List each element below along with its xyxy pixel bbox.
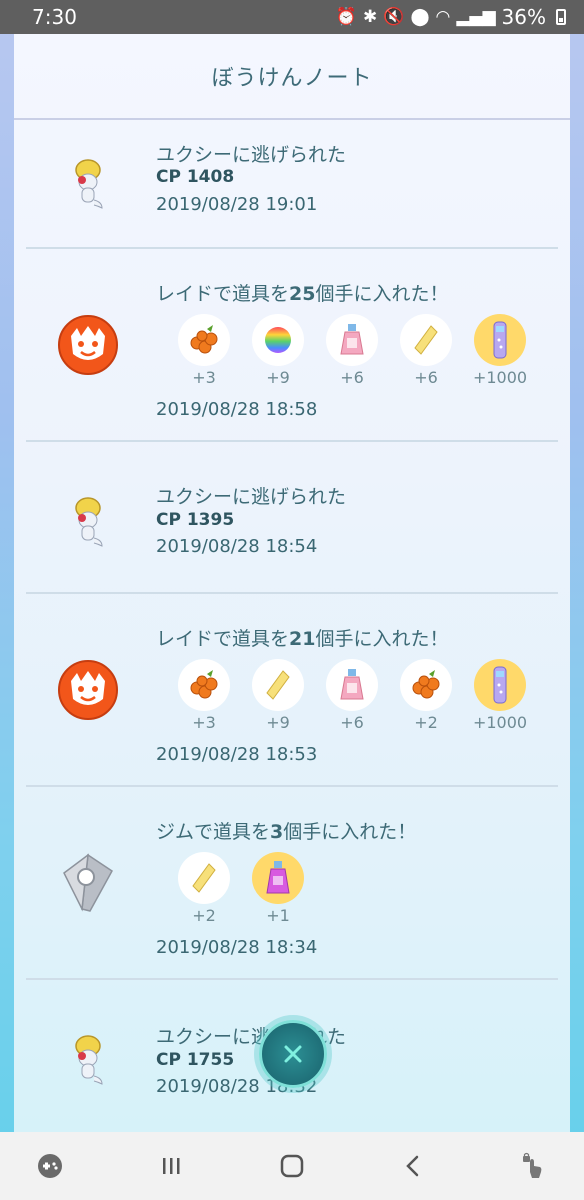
- golden-crystal-icon: [178, 852, 230, 904]
- gym-icon: [56, 851, 120, 915]
- reward-count: +1: [266, 906, 290, 925]
- nanab-berry-icon: [178, 314, 230, 366]
- reward-item: +1000: [472, 659, 528, 732]
- raid-icon: [56, 658, 120, 722]
- journal-panel[interactable]: ぼうけんノート ユクシーに逃げられた CP 1408 2019/08/28 19…: [14, 34, 570, 1132]
- raid-icon: [56, 313, 120, 377]
- rare-candy-icon: [252, 314, 304, 366]
- back-icon: [406, 1155, 419, 1177]
- system-nav-bar: [0, 1132, 584, 1200]
- status-time: 7:30: [32, 5, 77, 29]
- uxie-icon: [56, 490, 120, 554]
- reward-item: +6: [400, 314, 452, 387]
- status-icons: ⏰ ✱ 🔇 ⬤ ◠ ▂▄▆ 36%: [336, 5, 566, 29]
- uxie-icon: [56, 1028, 120, 1092]
- reward-count: +9: [266, 368, 290, 387]
- reward-count: +3: [192, 713, 216, 732]
- touch-lock-icon: [523, 1152, 542, 1178]
- max-revive-potion-icon: [326, 314, 378, 366]
- bluetooth-icon: ✱: [363, 7, 378, 27]
- entry-time: 2019/08/28 18:54: [156, 536, 318, 557]
- reward-count: +6: [340, 368, 364, 387]
- page-title: ぼうけんノート: [14, 34, 570, 120]
- journal-entry: ユクシーに逃げられた CP 1408 2019/08/28 19:01: [26, 122, 558, 249]
- reward-item: +6: [326, 314, 378, 387]
- entry-title: レイドで道具を21個手に入れた！: [156, 628, 449, 650]
- journal-entry: ジムで道具を3個手に入れた！ +2 +1 2019/08/28 18:34: [26, 787, 558, 980]
- close-button[interactable]: [259, 1020, 327, 1088]
- entry-title: ユクシーに逃げられた: [156, 144, 347, 166]
- nanab-berry-icon: [400, 659, 452, 711]
- reward-item: +2: [178, 852, 230, 925]
- mute-icon: 🔇: [383, 7, 405, 27]
- back-button[interactable]: [393, 1146, 433, 1186]
- location-icon: ⬤: [410, 7, 430, 27]
- uxie-icon: [56, 152, 120, 216]
- close-icon: [284, 1045, 302, 1063]
- wifi-icon: ◠: [435, 7, 451, 27]
- status-bar: 7:30 ⏰ ✱ 🔇 ⬤ ◠ ▂▄▆ 36%: [0, 0, 584, 34]
- gamepad-icon: [38, 1154, 62, 1178]
- reward-item: +1: [252, 852, 304, 925]
- reward-count: +6: [340, 713, 364, 732]
- reward-count: +1000: [472, 713, 528, 732]
- reward-item: +6: [326, 659, 378, 732]
- home-icon: [280, 1154, 304, 1178]
- home-button[interactable]: [272, 1146, 312, 1186]
- reward-count: +2: [192, 906, 216, 925]
- journal-entry: ユクシーに逃げられた CP 1395 2019/08/28 18:54: [26, 442, 558, 594]
- reward-item: +3: [178, 314, 230, 387]
- recents-button[interactable]: [151, 1146, 191, 1186]
- journal-entry: レイドで道具を25個手に入れた！ +3 +9 +6 +6 +1000 2019/…: [26, 249, 558, 442]
- golden-crystal-icon: [252, 659, 304, 711]
- game-tools-button[interactable]: [30, 1146, 70, 1186]
- reward-count: +6: [414, 368, 438, 387]
- reward-item: +2: [400, 659, 452, 732]
- reward-item: +3: [178, 659, 230, 732]
- entry-time: 2019/08/28 18:58: [156, 399, 318, 420]
- reward-count: +3: [192, 368, 216, 387]
- stardust-tube-icon: [474, 659, 526, 711]
- stardust-tube-icon: [474, 314, 526, 366]
- battery-percent: 36%: [501, 5, 546, 29]
- golden-crystal-icon: [400, 314, 452, 366]
- entry-time: 2019/08/28 19:01: [156, 194, 318, 215]
- entry-title: レイドで道具を25個手に入れた！: [156, 283, 449, 305]
- journal-entry: レイドで道具を21個手に入れた！ +3 +9 +6 +2 +1000 2019/…: [26, 594, 558, 787]
- entry-cp: CP 1755: [156, 1050, 235, 1070]
- max-revive-potion-icon: [326, 659, 378, 711]
- entry-cp: CP 1408: [156, 167, 235, 187]
- entry-time: 2019/08/28 18:34: [156, 937, 318, 958]
- entry-cp: CP 1395: [156, 510, 235, 530]
- reward-item: +9: [252, 314, 304, 387]
- battery-icon: [556, 9, 566, 25]
- alarm-icon: ⏰: [335, 7, 358, 27]
- reward-items: +2 +1: [178, 852, 304, 925]
- signal-icon: ▂▄▆: [456, 7, 496, 27]
- reward-item: +9: [252, 659, 304, 732]
- potion-icon: [252, 852, 304, 904]
- entry-title: ジムで道具を3個手に入れた！: [156, 821, 417, 843]
- reward-count: +9: [266, 713, 290, 732]
- reward-items: +3 +9 +6 +2 +1000: [178, 659, 528, 732]
- recents-icon: [163, 1158, 180, 1174]
- reward-count: +2: [414, 713, 438, 732]
- nanab-berry-icon: [178, 659, 230, 711]
- reward-item: +1000: [472, 314, 528, 387]
- entry-time: 2019/08/28 18:53: [156, 744, 318, 765]
- reward-count: +1000: [472, 368, 528, 387]
- entry-title: ユクシーに逃げられた: [156, 486, 347, 508]
- touch-lock-button[interactable]: [514, 1146, 554, 1186]
- reward-items: +3 +9 +6 +6 +1000: [178, 314, 528, 387]
